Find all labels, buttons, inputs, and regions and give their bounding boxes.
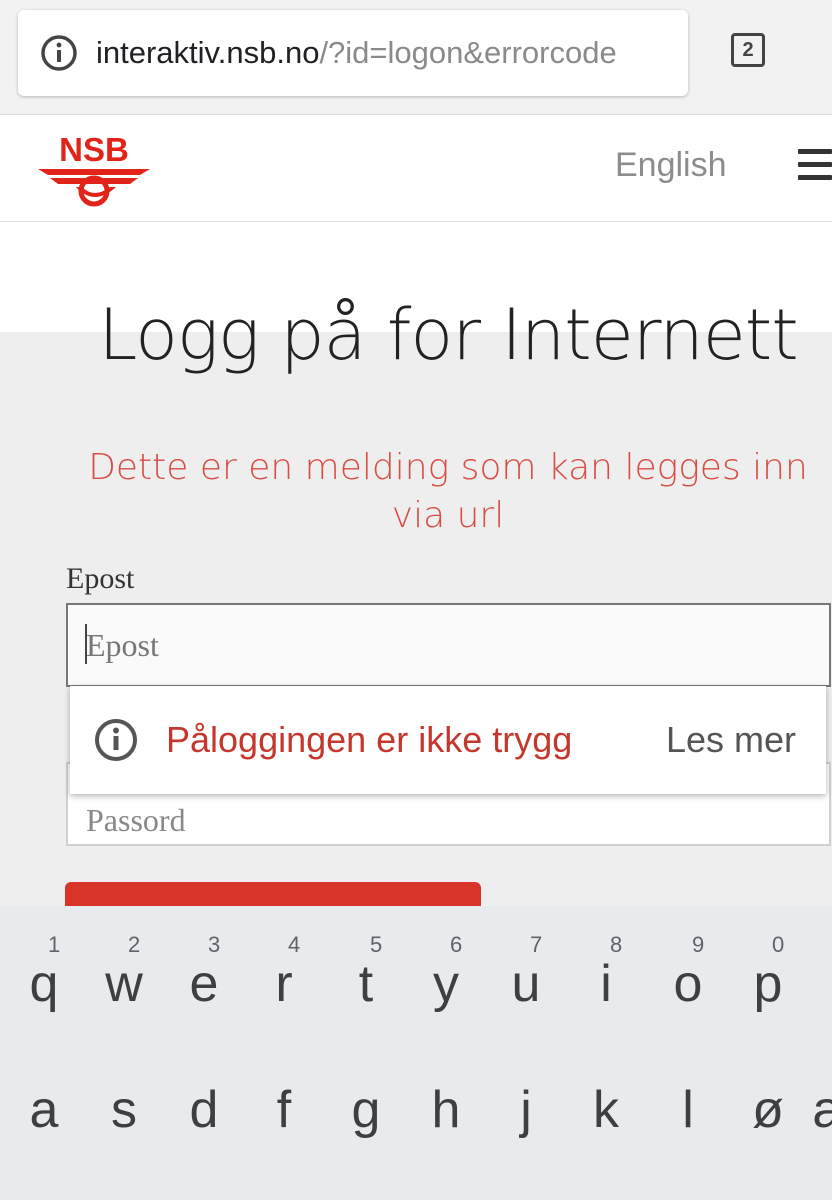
key-letter: p [753,955,783,1013]
key-letter: k [593,1081,619,1139]
key-row2-3[interactable]: f [244,1040,324,1150]
key-letter: q [29,955,59,1013]
site-header: NSB English [0,115,832,222]
key-8[interactable]: 9o [648,914,728,1024]
key-row2-5[interactable]: h [406,1040,486,1150]
key-letter: g [351,1081,381,1139]
key-letter: s [111,1081,137,1139]
tab-switcher-button[interactable]: 2 [731,33,765,67]
browser-toolbar: interaktiv.nsb.no/?id=logon&errorcode 2 [0,0,832,115]
nsb-logo[interactable]: NSB [36,129,152,209]
key-letter: d [189,1081,219,1139]
key-6[interactable]: 7u [486,914,566,1024]
url-domain: interaktiv.nsb.no [96,35,320,70]
hamburger-menu-icon[interactable] [798,149,832,185]
page-title: Logg på for Internett [98,294,798,376]
key-7[interactable]: 8i [566,914,646,1024]
key-letter: o [673,955,703,1013]
email-label: Epost [66,562,135,595]
key-row2-2[interactable]: d [164,1040,244,1150]
key-row2-1[interactable]: s [84,1040,164,1150]
logo-text: NSB [59,131,129,168]
key-row2-6[interactable]: j [486,1040,566,1150]
learn-more-link[interactable]: Les mer [666,718,796,762]
key-letter: i [600,955,612,1013]
url-path: /?id=logon&errorcode [319,35,617,70]
key-letter: e [189,955,219,1013]
key-letter: æ [796,1080,832,1140]
error-message: Dette er en melding som kan legges inn v… [88,447,808,536]
security-warning-text: Påloggingen er ikke trygg [166,719,573,760]
email-input[interactable] [66,603,831,687]
key-letter: f [276,1081,292,1139]
on-screen-keyboard: 1q2w3e4r5t6y7u8i9o0p asdfghjkløæ [0,906,832,1200]
key-2[interactable]: 3e [164,914,244,1024]
language-switch-link[interactable]: English [615,145,727,185]
key-row2-8[interactable]: l [648,1040,728,1150]
key-letter: j [520,1081,532,1139]
key-letter: t [358,955,374,1013]
key-row2-4[interactable]: g [326,1040,406,1150]
key-letter: r [275,955,293,1013]
connection-not-secure-popup: Påloggingen er ikke trygg Les mer [70,686,826,794]
key-3[interactable]: 4r [244,914,324,1024]
key-letter: y [433,955,459,1013]
info-icon [95,719,137,761]
key-9[interactable]: 0p [728,914,808,1024]
key-letter: l [682,1081,694,1139]
key-row2-7[interactable]: k [566,1040,646,1150]
key-letter: h [431,1081,461,1139]
key-1[interactable]: 2w [84,914,164,1024]
info-icon[interactable] [40,34,78,72]
address-bar[interactable]: interaktiv.nsb.no/?id=logon&errorcode [18,10,688,96]
key-letter: u [511,955,541,1013]
key-row2-0[interactable]: a [4,1040,84,1150]
key-4[interactable]: 5t [326,914,406,1024]
text-caret [85,624,87,664]
url-text[interactable]: interaktiv.nsb.no/?id=logon&errorcode [96,10,688,96]
key-5[interactable]: 6y [406,914,486,1024]
key-letter: a [29,1081,59,1139]
key-letter: w [105,955,143,1013]
key-0[interactable]: 1q [4,914,84,1024]
key-row2-10[interactable]: æ [796,1040,832,1150]
